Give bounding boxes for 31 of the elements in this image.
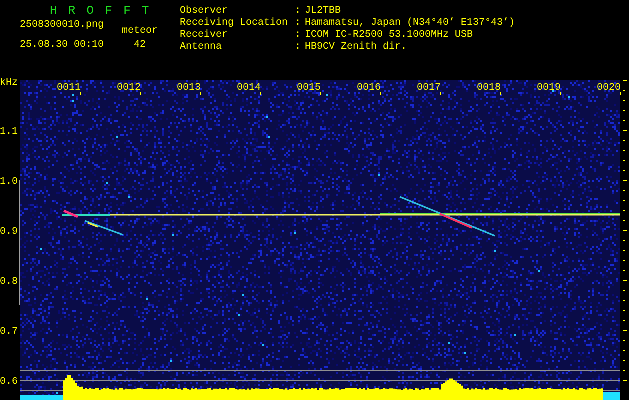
time-label: 0014 (237, 83, 261, 94)
separator: : (295, 42, 302, 54)
separator: : (295, 18, 302, 30)
frequency-label: 0.7 (0, 327, 18, 338)
field-label: Receiving Location (180, 18, 290, 30)
frequency-label: 1.1 (0, 127, 18, 138)
file-name: 2508300010.png (20, 20, 106, 32)
time-label: 0018 (477, 83, 501, 94)
date-time: 25.08.30 00:10 (20, 40, 106, 52)
frequency-label: 1.0 (0, 177, 18, 188)
counter-value: 42 (134, 40, 146, 52)
frequency-label: 0.6 (0, 377, 18, 388)
field-value: Hamamatsu, Japan (N34°40’ E137°43’) (305, 18, 516, 30)
frequency-label: 0.9 (0, 227, 18, 238)
app-title: H R O F F T (50, 5, 152, 17)
field-value: HB9CV Zenith dir. (305, 42, 408, 54)
time-label: 0013 (177, 83, 201, 94)
time-label: 0012 (117, 83, 141, 94)
time-label: 0017 (417, 83, 441, 94)
field-label: Antenna (180, 42, 224, 54)
field-value: JL2TBB (305, 6, 342, 18)
counter-label: meteor (122, 26, 158, 38)
frequency-label: 0.8 (0, 277, 18, 288)
separator: : (295, 30, 302, 42)
time-label: 0020 (597, 83, 621, 94)
field-label: Receiver (180, 30, 230, 42)
time-label: 0011 (57, 83, 81, 94)
field-label: Observer (180, 6, 230, 18)
field-value: ICOM IC-R2500 53.1000MHz USB (305, 30, 474, 42)
unit-label: kHz (0, 78, 18, 89)
separator: : (295, 6, 302, 18)
